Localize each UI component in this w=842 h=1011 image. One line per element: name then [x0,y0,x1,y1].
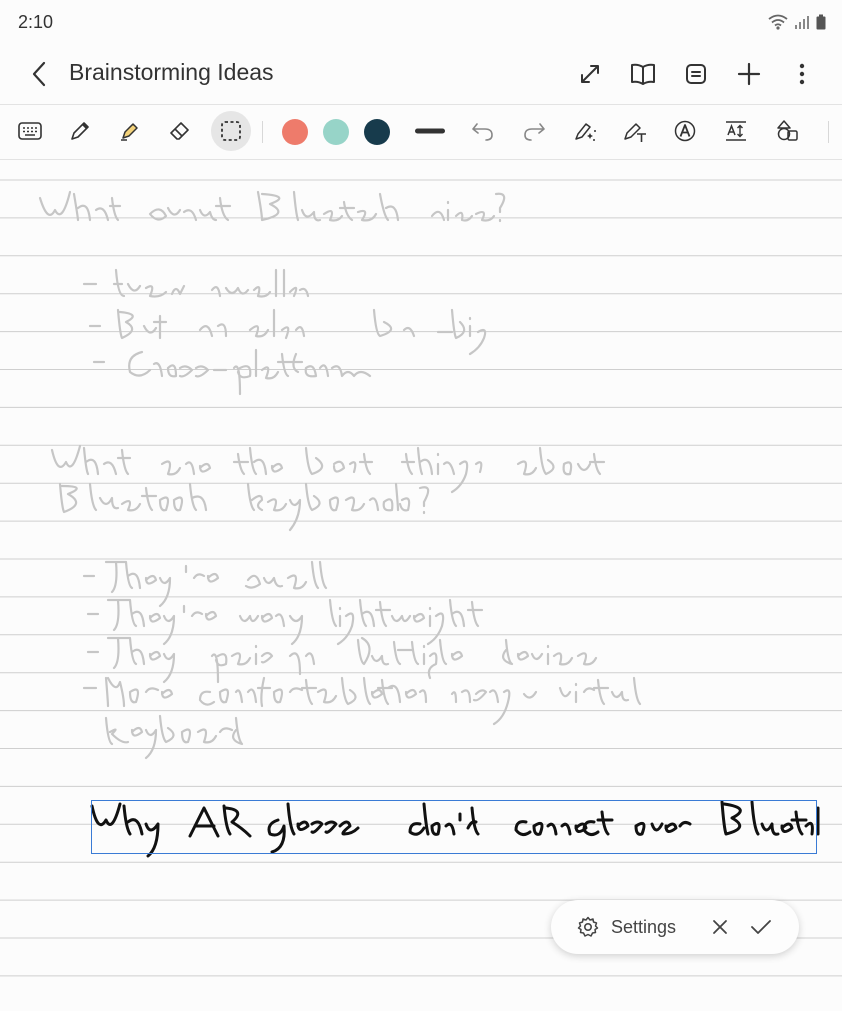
add-button[interactable] [729,54,769,94]
pen-icon [71,122,89,140]
undo-icon [472,123,493,141]
handwriting-stroke [148,196,232,222]
handwriting-stroke [82,676,174,708]
checkmark-icon [751,920,771,934]
handwriting-stroke [376,678,428,706]
more-vertical-icon [799,63,805,85]
selection-box[interactable] [91,800,817,854]
handwriting-stroke [92,350,228,378]
app-header: Brainstorming Ideas [0,46,842,102]
handwriting-stroke [210,644,316,684]
handwriting-stroke [502,638,598,666]
wifi-icon [768,14,788,30]
confirm-button[interactable] [741,907,781,947]
chevron-left-icon [32,61,46,87]
redo-icon [524,123,545,141]
redo-button[interactable] [514,111,554,151]
handwriting-stroke [160,460,212,476]
letter-a-icon [674,120,696,142]
handwriting-stroke [104,714,244,760]
handwriting-stroke [50,444,132,476]
pen-effects-tool[interactable] [566,111,606,151]
handwriting-stroke [58,482,208,514]
cancel-button[interactable] [700,907,740,947]
pen-toolbar [0,104,842,160]
book-icon [631,63,655,85]
toolbar-divider-end [828,121,829,143]
close-icon [713,920,727,934]
color-swatch-coral[interactable] [282,119,308,145]
handwriting-stroke [450,689,511,726]
handwriting-stroke [82,560,220,608]
shapes-icon [777,120,798,141]
handwriting-stroke [430,192,506,223]
expand-button[interactable] [570,54,610,94]
handwriting-to-text-tool[interactable] [615,111,655,151]
page-title: Brainstorming Ideas [69,59,274,85]
handwritten-notes [38,190,820,858]
color-swatch-mint[interactable] [323,119,349,145]
handwriting-stroke [246,482,430,532]
handwriting-stroke [82,268,186,298]
battery-icon [816,14,826,30]
handwriting-stroke [522,690,538,699]
handwriting-stroke [558,676,642,706]
status-time: 2:10 [18,12,54,32]
handwriting-stroke [198,308,306,340]
status-bar: 2:10 [0,0,842,46]
handwriting-stroke [198,676,384,708]
text-box-tool[interactable] [716,111,756,151]
plus-icon [737,62,761,86]
handwriting-stroke [86,636,176,684]
handwriting-stroke [256,190,400,222]
handwriting-stroke [328,598,484,646]
highlighter-tool[interactable] [110,111,150,151]
selection-tool[interactable] [211,111,251,151]
text-style-tool[interactable] [665,111,705,151]
keyboard-tool[interactable] [10,111,50,151]
handwriting-stroke [210,268,310,298]
pen-tool[interactable] [60,111,100,151]
handwriting-stroke [372,308,487,356]
keyboard-icon [18,122,42,140]
color-swatch-navy[interactable] [364,119,390,145]
handwriting-stroke [232,446,284,476]
handwriting-stroke [400,446,483,494]
expand-icon [581,65,599,83]
settings-label: Settings [611,916,677,937]
more-options-button[interactable] [782,54,822,94]
toolbar-divider [262,121,263,143]
handwriting-stroke [244,560,328,590]
pen-text-icon [624,123,646,142]
handwriting-stroke [356,636,464,680]
handwriting-stroke [232,348,372,396]
handwriting-stroke [88,308,168,340]
header-actions [570,54,822,94]
text-resize-icon [726,121,746,141]
status-icons [768,14,826,30]
signal-icon [795,16,809,29]
sparkle-pen-icon [575,123,596,141]
settings-button[interactable]: Settings [577,900,676,954]
handwriting-stroke [516,446,606,476]
handwriting-stroke [238,612,304,646]
undo-button[interactable] [463,111,503,151]
note-canvas[interactable]: Settings [0,158,842,1011]
stroke-width-icon [415,128,445,134]
eraser-tool[interactable] [160,111,200,151]
handwriting-stroke [304,446,374,476]
selection-action-pill: Settings [551,900,799,954]
back-button[interactable] [22,56,56,92]
gear-icon [577,916,599,937]
handwriting-stroke [38,190,122,222]
eraser-icon [170,122,189,140]
highlighter-icon [121,123,138,141]
reading-mode-button[interactable] [623,54,663,94]
note-page-icon [686,64,706,84]
lasso-select-icon [221,121,241,141]
page-view-button[interactable] [676,54,716,94]
stroke-width-tool[interactable] [410,111,450,151]
shapes-tool[interactable] [767,111,807,151]
